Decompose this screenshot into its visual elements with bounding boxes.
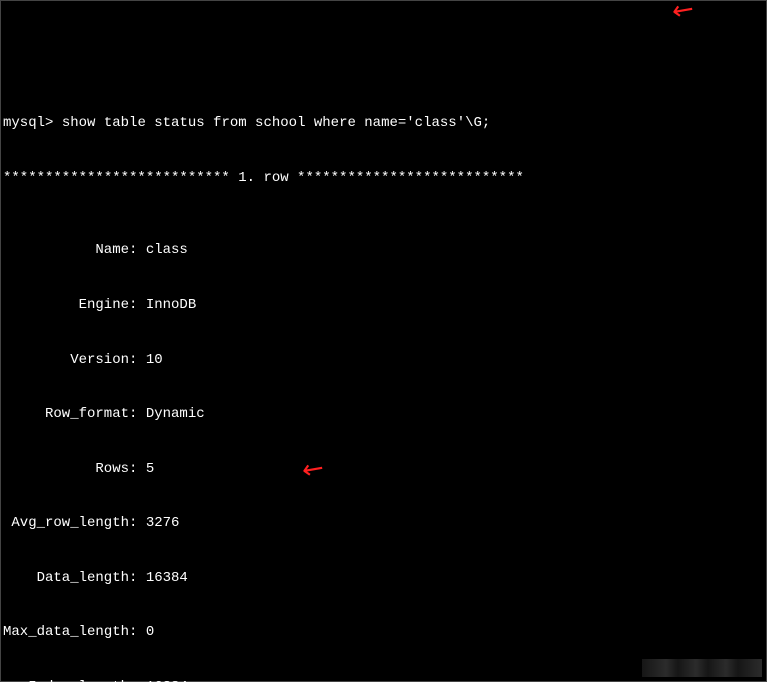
status-row-version: Version: 10 (3, 351, 764, 369)
status-row-rowformat: Row_format: Dynamic (3, 405, 764, 423)
status-row-maxdatalen: Max_data_length: 0 (3, 623, 764, 641)
status-row-name: Name: class (3, 241, 764, 259)
status-row-datalen: Data_length: 16384 (3, 569, 764, 587)
status-row-rows: Rows: 5 (3, 460, 764, 478)
mysql-terminal[interactable]: ↙ ↙ mysql> show table status from school… (0, 0, 767, 682)
watermark-smudge (642, 659, 762, 677)
row-separator: *************************** 1. row *****… (3, 169, 764, 187)
status-row-indexlen: Index_length: 16384 (3, 678, 764, 682)
status-row-avglen: Avg_row_length: 3276 (3, 514, 764, 532)
status-row-engine: Engine: InnoDB (3, 296, 764, 314)
annotation-arrow-icon: ↙ (663, 0, 700, 32)
mysql-prompt: mysql> (3, 115, 53, 131)
command-line-1: mysql> show table status from school whe… (3, 114, 764, 132)
command-text: show table status from school where name… (62, 115, 490, 131)
